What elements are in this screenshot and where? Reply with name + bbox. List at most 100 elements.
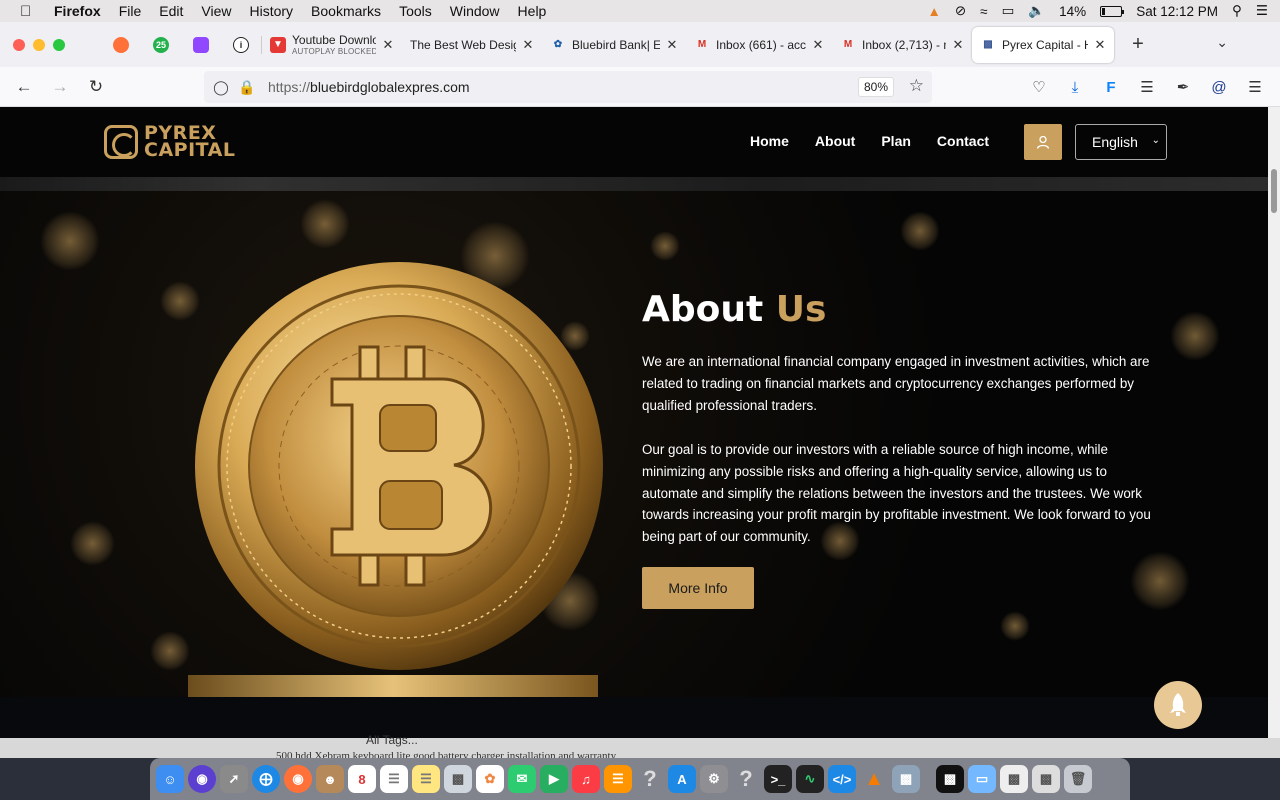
facetime-icon[interactable]: ▶ [540, 765, 568, 793]
airplay-icon[interactable]: ▭ [1002, 3, 1015, 19]
minimize-window-button[interactable] [33, 38, 45, 51]
system-preferences-icon[interactable]: ⚙ [700, 765, 728, 793]
menu-history[interactable]: History [249, 3, 293, 19]
terminal-icon[interactable]: >_ [764, 765, 792, 793]
nav-plan[interactable]: Plan [881, 133, 911, 149]
vscode-icon[interactable]: </> [828, 765, 856, 793]
vlc-icon[interactable]: ▲ [860, 765, 888, 793]
close-tab-icon[interactable]: ✕ [382, 37, 394, 53]
window-thumbnail-3-icon[interactable]: ▩ [1032, 765, 1060, 793]
close-tab-icon[interactable]: ✕ [1094, 37, 1106, 53]
reload-icon[interactable]: ↻ [78, 77, 114, 97]
bookmark-star-icon[interactable]: ☆ [909, 76, 924, 96]
back-icon[interactable]: ← [6, 77, 42, 97]
language-select[interactable]: English ⌄ [1075, 124, 1167, 160]
close-tab-icon[interactable]: ✕ [522, 37, 534, 53]
help-icon[interactable]: ? [636, 765, 664, 793]
battery-icon[interactable] [1100, 5, 1125, 17]
downloads-icon[interactable]: ⤓ [1064, 79, 1086, 96]
tab-youtube-downloader[interactable]: ▼ Youtube DownloaAUTOPLAY BLOCKED ✕ [262, 28, 402, 62]
pinned-tab-twitch[interactable] [181, 28, 221, 62]
menu-window[interactable]: Window [450, 3, 500, 19]
clock[interactable]: Sat 12:12 PM [1136, 4, 1218, 19]
address-bar[interactable]: ◯ 🔒 https://bluebirdglobalexpres.com 80%… [204, 71, 932, 103]
list-all-tabs-icon[interactable]: ⌄ [1216, 34, 1228, 51]
about-paragraph-1: We are an international financial compan… [642, 354, 1150, 413]
macos-menubar:  Firefox File Edit View History Bookmar… [0, 0, 1280, 22]
tab-inbox-2713[interactable]: M Inbox (2,713) - m ✕ [832, 28, 972, 62]
zoom-level-button[interactable]: 80% [857, 77, 894, 97]
pocket-icon[interactable]: ♡ [1028, 78, 1050, 96]
menu-tools[interactable]: Tools [399, 3, 432, 19]
fi-extension-icon[interactable]: F [1100, 79, 1122, 96]
menu-help[interactable]: Help [518, 3, 547, 19]
extensions-icon[interactable]: ☰ [1136, 78, 1158, 96]
preview-icon[interactable]: ▩ [444, 765, 472, 793]
firefox-dock-icon[interactable]: ◉ [284, 765, 312, 793]
at-extension-icon[interactable]: @ [1208, 79, 1230, 96]
folder-icon[interactable]: ▭ [968, 765, 996, 793]
volume-icon[interactable]: 🔈 [1028, 3, 1045, 19]
safari-icon[interactable]: ⨁ [252, 765, 280, 793]
close-window-button[interactable] [13, 38, 25, 51]
lock-icon[interactable]: 🔒 [234, 79, 260, 96]
siri-icon[interactable]: ◉ [188, 765, 216, 793]
menu-bookmarks[interactable]: Bookmarks [311, 3, 381, 19]
wifi-icon[interactable]: ≈ [980, 4, 987, 19]
finder-icon[interactable]: ☺ [156, 765, 184, 793]
activity-monitor-icon[interactable]: ∿ [796, 765, 824, 793]
nav-home[interactable]: Home [750, 133, 789, 149]
background-tags-text: All Tags... [366, 733, 418, 747]
window-thumbnail-2-icon[interactable]: ▩ [1000, 765, 1028, 793]
notes-icon[interactable]: ☰ [412, 765, 440, 793]
tracking-protection-icon[interactable]: ◯ [208, 79, 234, 96]
menu-file[interactable]: File [119, 3, 142, 19]
app-store-icon[interactable]: A [668, 765, 696, 793]
url-text[interactable]: https://bluebirdglobalexpres.com [268, 79, 470, 95]
trash-icon[interactable]: 🗑 [1064, 765, 1092, 793]
new-tab-button[interactable]: + [1126, 33, 1150, 56]
fullscreen-window-button[interactable] [53, 38, 65, 51]
help-icon-2[interactable]: ? [732, 765, 760, 793]
close-tab-icon[interactable]: ✕ [812, 37, 824, 53]
tab-inbox-661[interactable]: M Inbox (661) - acc ✕ [686, 28, 832, 62]
site-logo[interactable]: PYREX CAPITAL [104, 124, 235, 160]
menu-app[interactable]: Firefox [54, 3, 101, 19]
rocket-icon [1170, 693, 1186, 716]
scroll-to-top-button[interactable] [1154, 681, 1202, 729]
vlc-status-icon[interactable]: ▲ [927, 4, 940, 19]
eyedropper-icon[interactable]: ✒ [1172, 78, 1194, 96]
close-tab-icon[interactable]: ✕ [952, 37, 964, 53]
pinned-tab-badge[interactable]: 25 [141, 28, 181, 62]
menu-edit[interactable]: Edit [159, 3, 183, 19]
nav-contact[interactable]: Contact [937, 133, 989, 149]
calendar-icon[interactable]: 8 [348, 765, 376, 793]
window-thumbnail-icon[interactable]: ▩ [936, 765, 964, 793]
launchpad-icon[interactable]: ➚ [220, 765, 248, 793]
tab-bluebird-bank[interactable]: ✿ Bluebird Bank| Ex ✕ [542, 28, 686, 62]
apple-menu-icon[interactable]:  [20, 3, 36, 20]
more-info-button[interactable]: More Info [642, 567, 754, 609]
spotlight-icon[interactable]: ⚲ [1232, 3, 1242, 19]
pinned-tab-info[interactable]: i [221, 28, 261, 62]
messages-icon[interactable]: ✉ [508, 765, 536, 793]
menu-view[interactable]: View [201, 3, 231, 19]
page-scrollbar[interactable] [1268, 107, 1280, 738]
menu-hamburger-icon[interactable]: ☰ [1244, 78, 1266, 96]
tab-pyrex-capital[interactable]: ▩ Pyrex Capital - H ✕ [972, 26, 1114, 63]
close-tab-icon[interactable]: ✕ [666, 37, 678, 53]
do-not-disturb-icon[interactable]: ⊘ [955, 3, 966, 19]
reminders-icon[interactable]: ☰ [380, 765, 408, 793]
account-button[interactable] [1024, 124, 1062, 160]
photos-icon[interactable]: ✿ [476, 765, 504, 793]
nav-about[interactable]: About [815, 133, 855, 149]
forward-icon[interactable]: → [42, 77, 78, 97]
pinned-tab-firefox[interactable] [101, 28, 141, 62]
control-center-icon[interactable]: ☰ [1256, 3, 1268, 19]
tab-web-design[interactable]: The Best Web Desig ✕ [402, 28, 542, 62]
scrollbar-thumb[interactable] [1271, 169, 1277, 213]
music-icon[interactable]: ♫ [572, 765, 600, 793]
image-capture-icon[interactable]: ▩ [892, 765, 920, 793]
contacts-icon[interactable]: ☻ [316, 765, 344, 793]
books-icon[interactable]: ☰ [604, 765, 632, 793]
